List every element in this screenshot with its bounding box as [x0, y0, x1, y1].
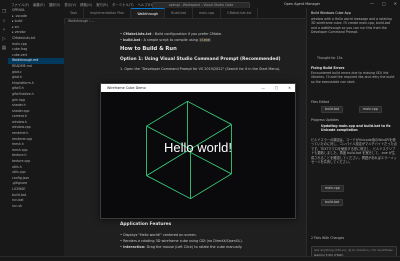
file-name: build.bat — [123, 38, 141, 42]
editor-tabs: Task Implementation Plan Walkthrough Bui… — [64, 8, 306, 19]
tab-cmakelists[interactable]: CMakeLists.txt — [221, 8, 259, 18]
menu-terminal[interactable]: ターミナル(T) — [112, 2, 134, 7]
file-desc: : Build configuration if you prefer CMak… — [151, 32, 223, 36]
file-list-item: • build.bat : A simple script to compile… — [120, 38, 211, 42]
files-edited-label: Files Edited — [311, 100, 330, 104]
demo-canvas[interactable]: Hello world! — [101, 92, 295, 218]
step-text: 1. Open the "Developer Command Prompt fo… — [120, 67, 281, 71]
section-text: Encountered build errors due to missing … — [311, 71, 395, 84]
heading-features: Application Features — [120, 222, 172, 227]
source-control-icon[interactable]: ⑂ — [0, 26, 8, 35]
demo-maximize-button[interactable]: □ — [275, 84, 278, 92]
demo-title: Wireframe Cube Demo — [107, 86, 146, 90]
chat-input-placeholder: Ask anything (Ctrl+L), @ to mention, / f… — [314, 248, 393, 252]
file-chip[interactable]: build.bat — [321, 199, 344, 206]
feature-item: • Renders a rotating 3D wireframe cube u… — [120, 239, 243, 243]
search-icon[interactable]: ⌕ — [0, 17, 8, 26]
explorer-sidebar: OPENGL ▸ .vscode ▸ build ▸ src ▸ vendor CMak… — [8, 8, 65, 260]
chat-header: Build Windows Cube App — [311, 11, 351, 15]
chat-intro: window with a Hello world message and a … — [311, 17, 392, 35]
file-name: CMakeLists.txt — [123, 32, 152, 36]
feature-label: Interaction: — [123, 245, 146, 249]
section-heading: Fixing Build Errors — [311, 66, 345, 70]
minimize-button[interactable]: — — [370, 1, 374, 6]
tab-implementation-plan[interactable]: Implementation Plan — [84, 8, 132, 18]
heading-option1: Option 1: Using Visual Studio Command Pr… — [120, 57, 281, 62]
tab-build-bat[interactable]: Build.bat — [165, 8, 193, 18]
hello-world-text: Hello world! — [164, 140, 232, 155]
file-chip[interactable]: build.bat — [321, 106, 344, 113]
run-debug-icon[interactable]: ▷ — [0, 35, 8, 44]
menu-bar: ファイル(F) 編集(E) 選択(S) 表示(V) 移動(G) 実行(R) ター… — [11, 2, 153, 7]
extensions-icon[interactable]: ▦ — [0, 44, 8, 53]
wireframe-cube — [146, 100, 232, 200]
open-agent-manager-button[interactable]: Open Agent Manager — [284, 2, 320, 6]
menu-run[interactable]: 実行(R) — [96, 2, 108, 7]
demo-minimize-button[interactable]: — — [262, 84, 265, 92]
feature-item: • Interaction: Drag the mouse (Left Clic… — [120, 245, 243, 249]
file-chip[interactable]: main.cpp — [359, 106, 382, 113]
demo-title-bar[interactable]: Wireframe Cube Demo — □ ✕ — [101, 84, 295, 92]
cube-edge — [146, 100, 188, 127]
feature-text: Displays "Hello world!" centered on scre… — [123, 233, 197, 237]
close-button[interactable]: ✕ — [394, 1, 397, 6]
feature-text: Renders a rotating 3D wireframe cube usi… — [123, 239, 243, 243]
demo-window[interactable]: Wireframe Cube Demo — □ ✕ Hello world! — [100, 83, 296, 219]
files-icon[interactable]: ❐ — [0, 8, 8, 17]
tab-walkthrough[interactable]: Walkthrough — [131, 8, 166, 18]
progress-update: Updating main.cpp and build.bat to fix U… — [321, 124, 391, 133]
demo-close-button[interactable]: ✕ — [288, 84, 291, 92]
menu-edit[interactable]: 編集(E) — [33, 2, 45, 7]
file-tree: OPENGL ▸ .vscode ▸ build ▸ src ▸ vendor CMak… — [8, 8, 64, 209]
maximize-button[interactable]: □ — [382, 1, 386, 6]
tab-main-cpp[interactable]: main.cpp — [193, 8, 222, 18]
file-chip[interactable]: main.cpp — [321, 185, 344, 192]
feature-item: • Displays "Hello world!" centered on sc… — [120, 233, 197, 237]
menu-help[interactable]: ヘルプ(H) — [138, 2, 153, 7]
menu-go[interactable]: 移動(G) — [80, 2, 92, 7]
files-with-changes[interactable]: 2 Files With Changes — [311, 236, 344, 240]
thought-toggle[interactable]: Thought for 15s — [317, 56, 342, 60]
feature-text: Drag the mouse (Left Click) to rotate th… — [145, 245, 243, 249]
tab-task[interactable]: Task — [64, 8, 85, 18]
cube-edge — [187, 100, 232, 125]
menu-file[interactable]: ファイル(F) — [11, 2, 29, 7]
window-controls: — □ ✕ — [370, 1, 397, 6]
menu-view[interactable]: 表示(V) — [64, 2, 76, 7]
file-list-item: • CMakeLists.txt : Build configuration i… — [120, 32, 223, 36]
progress-updates-label: Progress Updates — [311, 118, 339, 122]
status-bar — [0, 256, 400, 261]
heading-build-run: How to Build & Run — [120, 46, 177, 52]
assistant-message: ビルドエラーの原因は、コードがUnicode用のWinAPIを使っていたのに対し… — [311, 138, 397, 165]
cube-edge — [190, 173, 232, 200]
file-desc: : A simple script to compile using — [140, 38, 199, 42]
cube-edge — [146, 175, 191, 200]
inline-code: cl.exe — [198, 38, 211, 42]
menu-selection[interactable]: 選択(S) — [49, 2, 61, 7]
file-tree-item[interactable]: run.sh — [8, 204, 64, 210]
demo-window-controls: — □ ✕ — [262, 84, 291, 92]
agent-chat-panel: Build Windows Cube App window with a Hel… — [306, 8, 400, 260]
